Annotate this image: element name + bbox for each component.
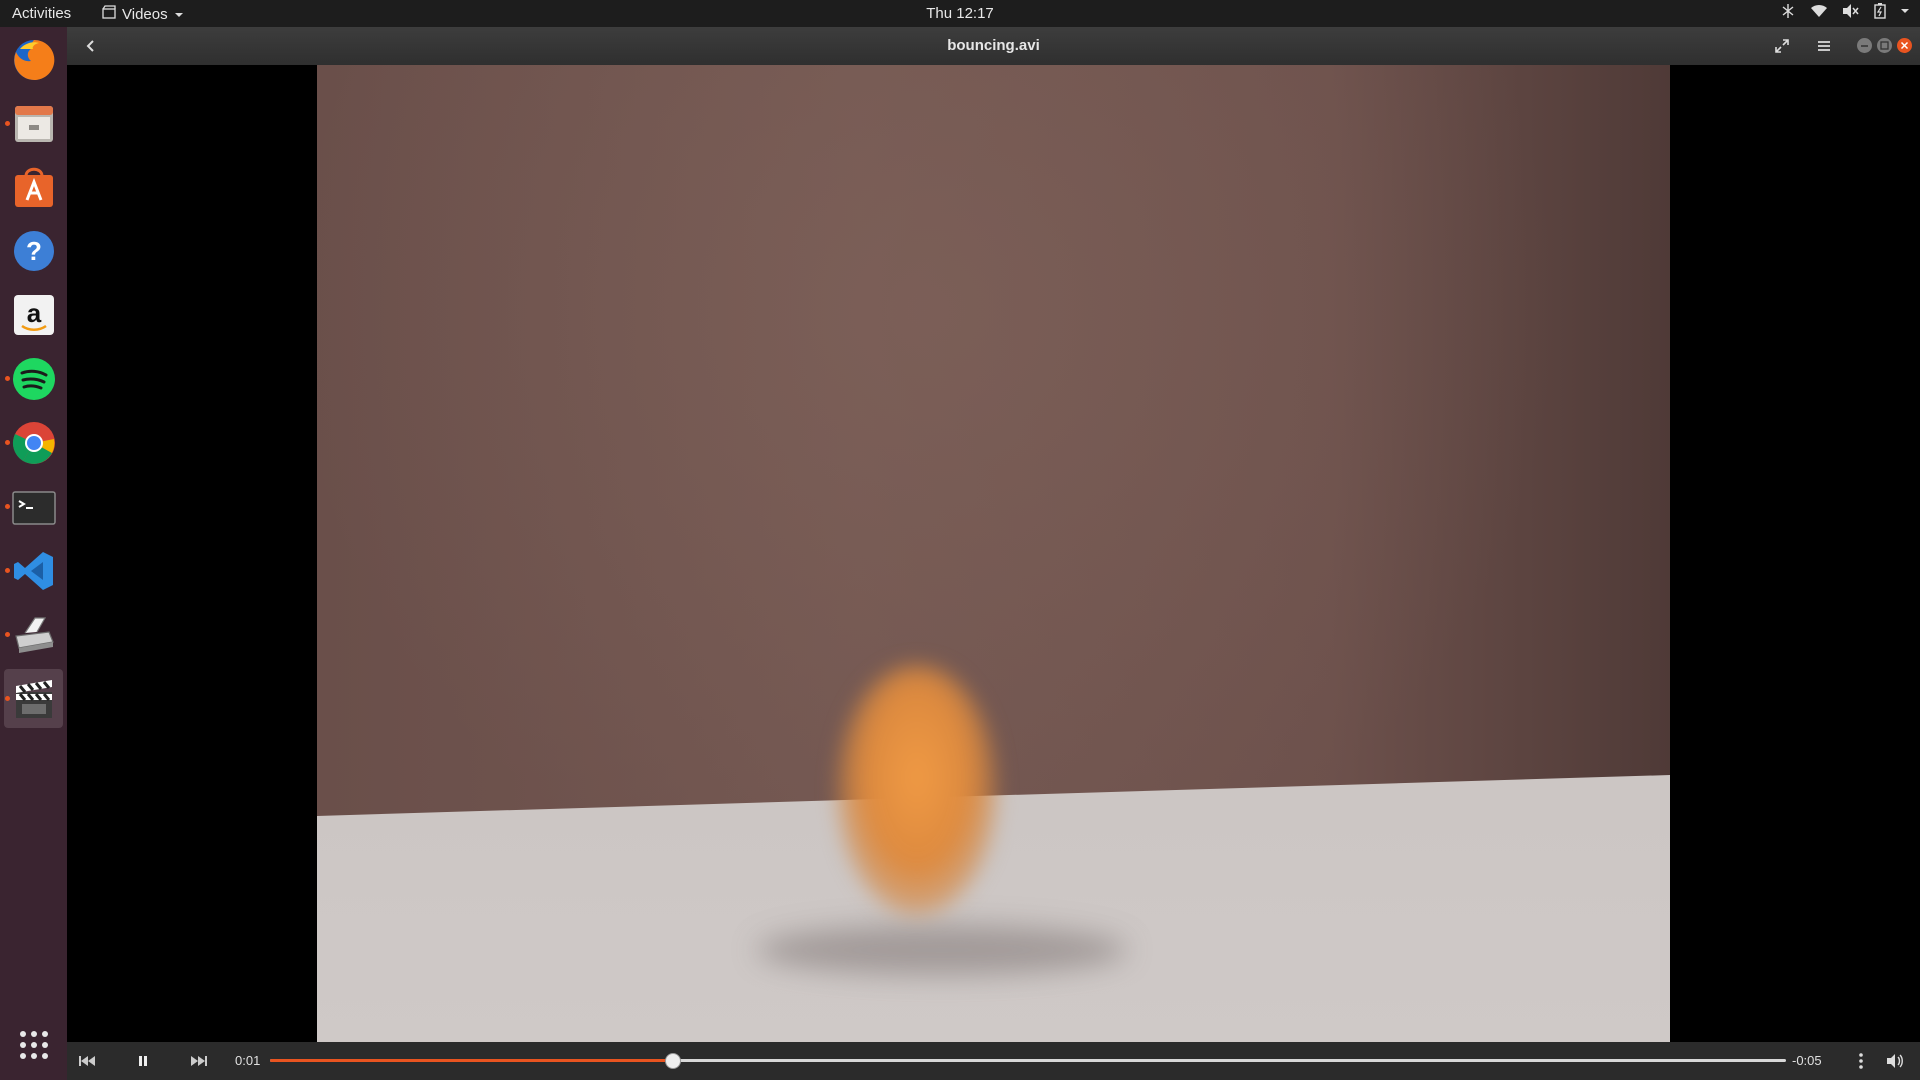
battery-icon[interactable] bbox=[1874, 3, 1886, 19]
more-options-button[interactable] bbox=[1850, 1051, 1872, 1071]
system-tray[interactable] bbox=[1780, 3, 1910, 19]
seek-handle[interactable] bbox=[664, 1053, 681, 1069]
firefox-icon bbox=[13, 39, 54, 80]
video-area[interactable] bbox=[67, 65, 1920, 1042]
app-grid-icon bbox=[19, 1030, 48, 1059]
app-menu-label: Videos bbox=[122, 5, 168, 23]
network-manager-icon[interactable] bbox=[1780, 3, 1796, 19]
dock-item-terminal[interactable] bbox=[4, 477, 63, 536]
dock-item-vscode[interactable] bbox=[4, 541, 63, 600]
amazon-icon: a bbox=[13, 294, 54, 335]
scanner-icon bbox=[14, 616, 54, 653]
videos-app-icon bbox=[102, 5, 116, 23]
maximize-icon bbox=[1880, 41, 1889, 50]
clock[interactable]: Thu 12:17 bbox=[926, 5, 994, 22]
dock-item-spotify[interactable] bbox=[4, 349, 63, 408]
running-indicator bbox=[5, 568, 10, 573]
running-indicator bbox=[5, 121, 10, 126]
software-store-icon bbox=[14, 167, 53, 207]
spotify-icon bbox=[12, 357, 55, 400]
svg-text:?: ? bbox=[26, 236, 42, 266]
activities-button[interactable]: Activities bbox=[12, 5, 71, 22]
ball-shadow bbox=[757, 925, 1127, 975]
minimize-icon bbox=[1861, 45, 1868, 47]
dock-item-help[interactable]: ? bbox=[4, 221, 63, 280]
seek-bar[interactable] bbox=[270, 1053, 1786, 1069]
top-bar: Activities Videos Thu 12:17 bbox=[0, 0, 1920, 27]
maximize-button[interactable] bbox=[1877, 38, 1892, 53]
running-indicator bbox=[5, 504, 10, 509]
chevron-left-icon bbox=[86, 40, 94, 52]
skip-back-icon bbox=[79, 1056, 95, 1066]
remaining-time: -0:05 bbox=[1792, 1053, 1822, 1068]
terminal-icon bbox=[11, 490, 56, 525]
chevron-down-icon bbox=[174, 6, 184, 23]
fullscreen-button[interactable] bbox=[1767, 32, 1797, 60]
volume-button[interactable] bbox=[1884, 1051, 1906, 1071]
vertical-dots-icon bbox=[1859, 1053, 1863, 1069]
bouncing-ball bbox=[837, 665, 997, 915]
dock-item-chrome[interactable] bbox=[4, 413, 63, 472]
svg-text:a: a bbox=[26, 298, 41, 328]
next-button[interactable] bbox=[188, 1051, 210, 1071]
running-indicator bbox=[5, 440, 10, 445]
dock-item-videos[interactable] bbox=[4, 669, 63, 728]
menu-button[interactable] bbox=[1809, 32, 1839, 60]
back-button[interactable] bbox=[76, 32, 106, 60]
files-icon bbox=[14, 105, 53, 142]
dock: ? a bbox=[0, 27, 67, 1080]
vscode-icon bbox=[13, 551, 53, 590]
running-indicator bbox=[5, 696, 10, 701]
minimize-button[interactable] bbox=[1857, 38, 1872, 53]
dock-item-scanner[interactable] bbox=[4, 605, 63, 664]
seek-progress bbox=[270, 1059, 672, 1062]
header-bar: bouncing.avi bbox=[67, 27, 1920, 66]
elapsed-time: 0:01 bbox=[235, 1053, 261, 1068]
videos-clapperboard-icon bbox=[15, 679, 52, 718]
wifi-icon[interactable] bbox=[1810, 3, 1828, 19]
dock-item-firefox[interactable] bbox=[4, 30, 63, 89]
app-menu[interactable]: Videos bbox=[102, 5, 184, 23]
dock-item-software[interactable] bbox=[4, 157, 63, 216]
video-frame bbox=[317, 65, 1670, 1042]
running-indicator bbox=[5, 376, 10, 381]
window-title: bouncing.avi bbox=[947, 37, 1040, 54]
chrome-icon bbox=[12, 421, 55, 464]
show-applications-button[interactable] bbox=[4, 1015, 63, 1074]
dock-item-amazon[interactable]: a bbox=[4, 285, 63, 344]
hamburger-menu-icon bbox=[1818, 41, 1830, 51]
playback-controls: 0:01 -0:05 bbox=[67, 1042, 1920, 1080]
close-icon bbox=[1900, 41, 1909, 50]
volume-icon bbox=[1887, 1054, 1903, 1068]
dock-item-files[interactable] bbox=[4, 94, 63, 153]
close-button[interactable] bbox=[1897, 38, 1912, 53]
pause-icon bbox=[139, 1056, 147, 1066]
play-pause-button[interactable] bbox=[132, 1051, 154, 1071]
previous-button[interactable] bbox=[76, 1051, 98, 1071]
fullscreen-icon bbox=[1775, 39, 1789, 53]
video-player-window: bouncing.avi 0:01 -0:05 bbox=[67, 27, 1920, 1080]
help-icon: ? bbox=[13, 230, 54, 271]
skip-forward-icon bbox=[191, 1056, 207, 1066]
running-indicator bbox=[5, 632, 10, 637]
system-menu-chevron-icon[interactable] bbox=[1900, 7, 1910, 15]
volume-muted-icon[interactable] bbox=[1842, 3, 1860, 19]
